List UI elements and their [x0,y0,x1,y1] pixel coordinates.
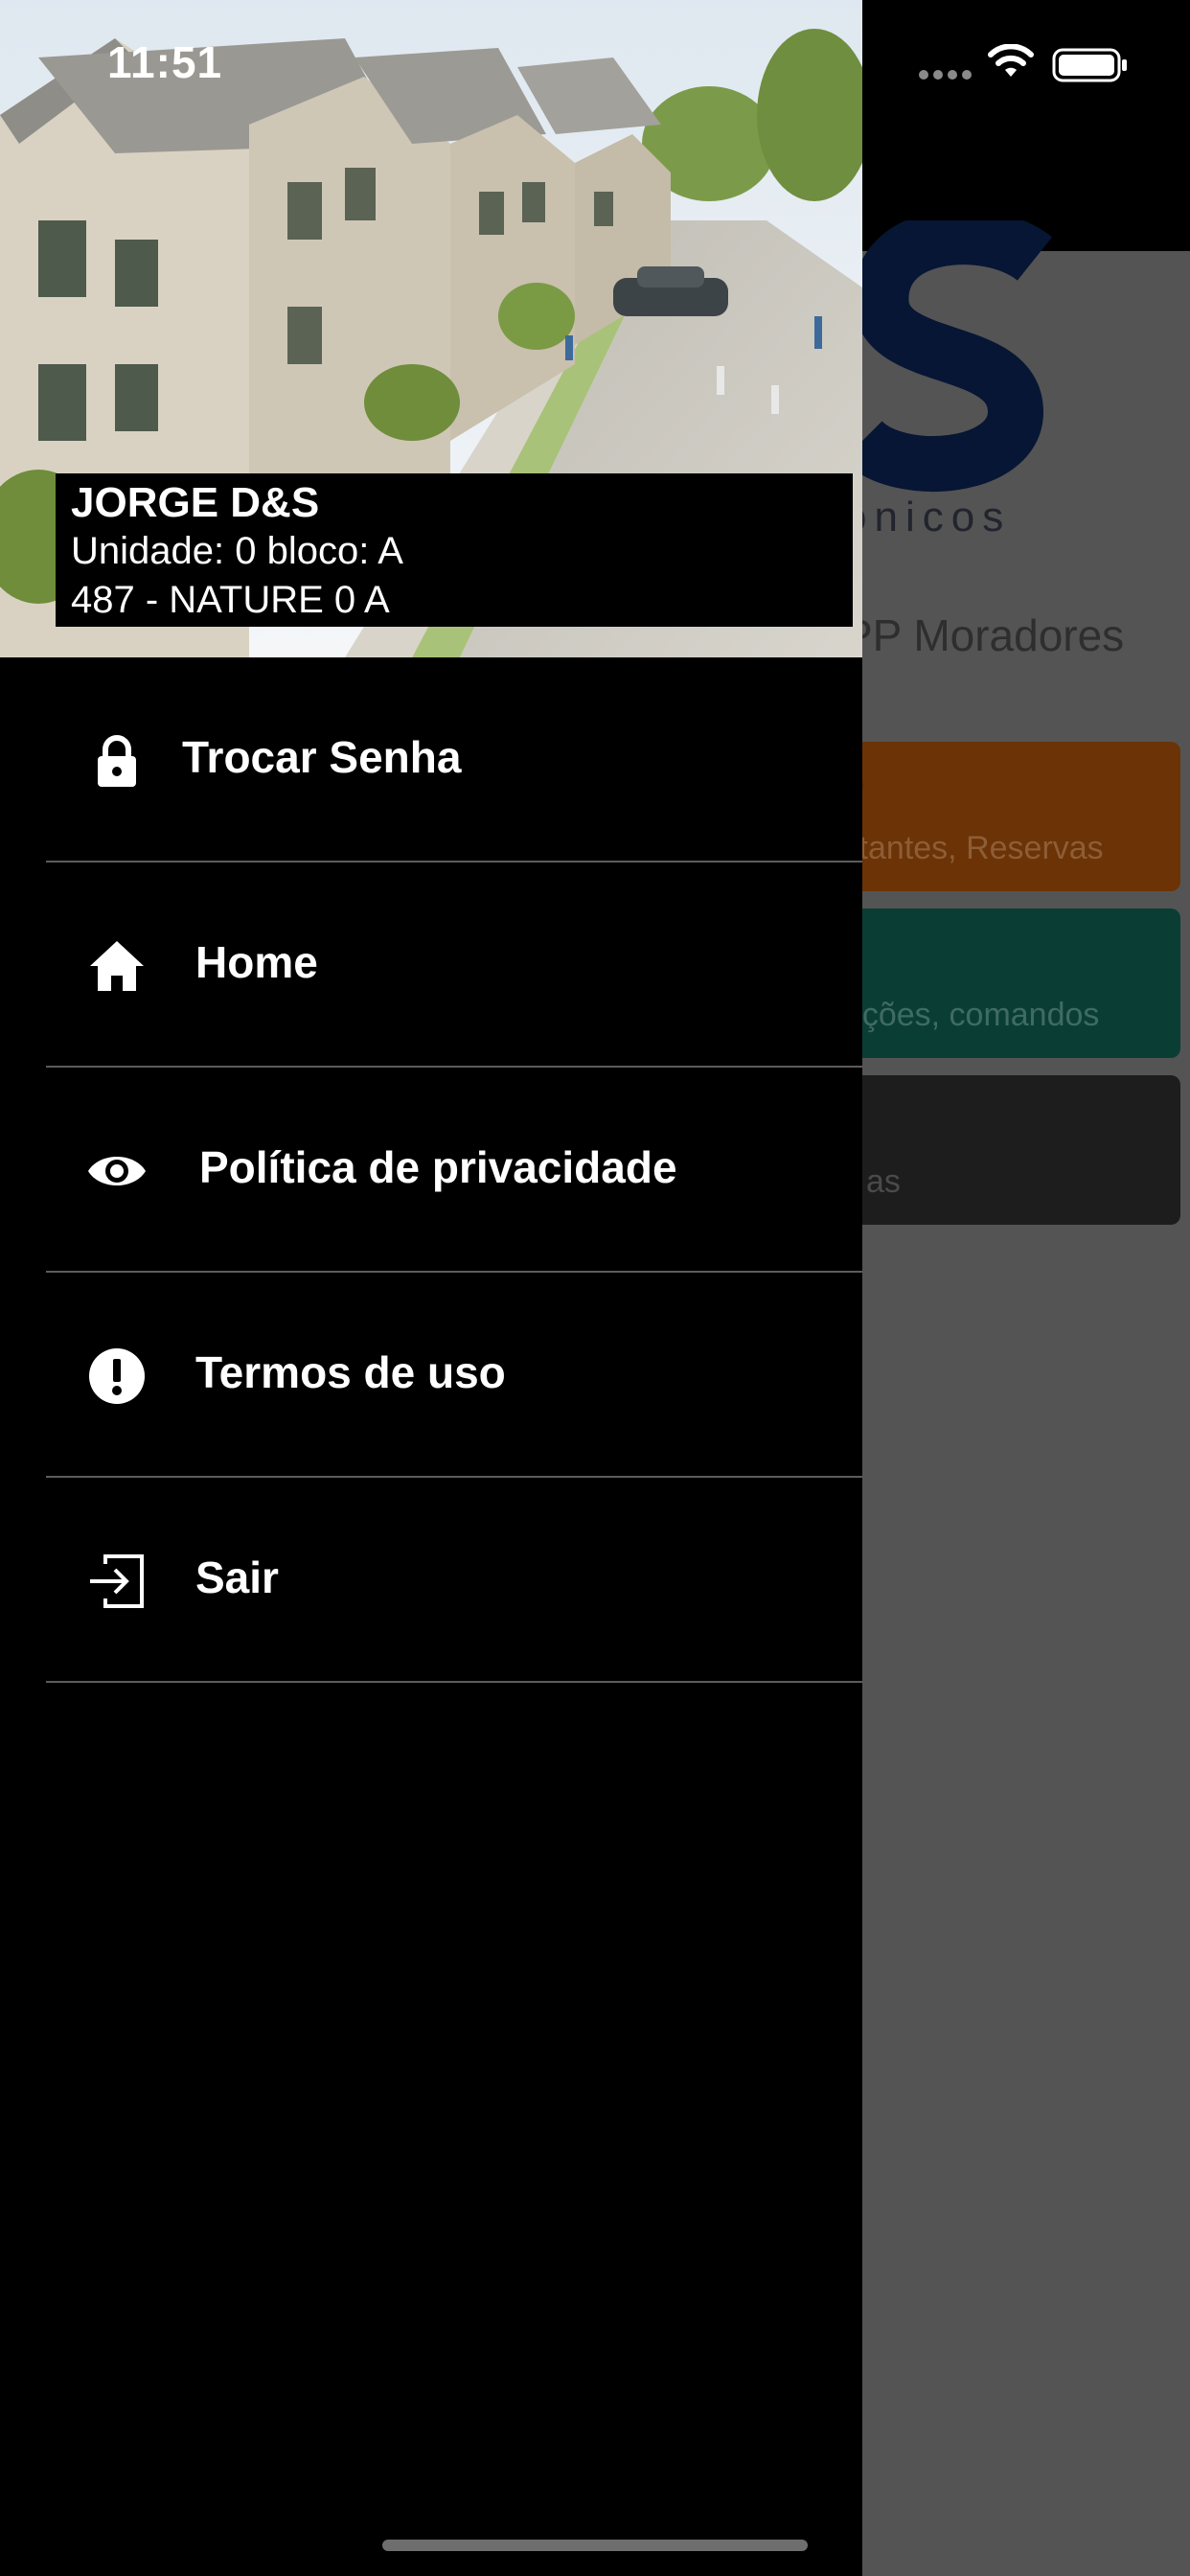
background-card-1[interactable]: o sitantes, Reservas [826,742,1180,891]
logout-icon [86,1551,148,1612]
menu-item-label: Trocar Senha [182,732,462,782]
user-unit: Unidade: 0 bloco: A [71,530,403,572]
drawer-menu: Trocar Senha Home Política de privacidad… [46,657,862,1683]
logo-subtitle: onicos [843,494,1012,540]
menu-item-label: Política de privacidade [199,1142,677,1192]
app-logo-icon [843,220,1053,492]
home-icon [86,935,148,997]
user-info-card: JORGE D&S Unidade: 0 bloco: A 487 - NATU… [56,473,853,627]
cellular-signal-icon [919,70,972,80]
battery-icon [1052,48,1127,82]
card-subtitle: dações, comandos [826,997,1100,1033]
wifi-icon [988,44,1034,77]
screen: onicos PP Moradores o sitantes, Reservas… [0,0,1190,2576]
menu-item-terms-of-use[interactable]: Termos de uso [46,1273,862,1478]
alert-circle-icon [86,1346,148,1407]
menu-item-change-password[interactable]: Trocar Senha [46,657,862,862]
menu-item-label: Home [195,937,318,987]
card-subtitle: as [866,1163,901,1200]
user-condominium: 487 - NATURE 0 A [71,579,390,621]
navigation-drawer: JORGE D&S Unidade: 0 bloco: A 487 - NATU… [0,0,862,2576]
home-indicator[interactable] [382,2540,808,2551]
lock-icon [86,730,148,792]
background-card-2[interactable]: dações, comandos [826,908,1180,1058]
background-card-3[interactable]: s as [826,1075,1180,1225]
app-title: PP Moradores [843,610,1125,660]
eye-icon [86,1140,148,1202]
user-name: JORGE D&S [71,479,320,526]
menu-item-privacy-policy[interactable]: Política de privacidade [46,1068,862,1273]
menu-item-logout[interactable]: Sair [46,1478,862,1683]
status-bar: 11:51 [0,0,1190,134]
card-subtitle: sitantes, Reservas [835,830,1104,866]
menu-item-label: Termos de uso [195,1347,506,1397]
menu-item-label: Sair [195,1552,279,1602]
menu-item-home[interactable]: Home [46,862,862,1068]
status-time: 11:51 [107,37,223,87]
